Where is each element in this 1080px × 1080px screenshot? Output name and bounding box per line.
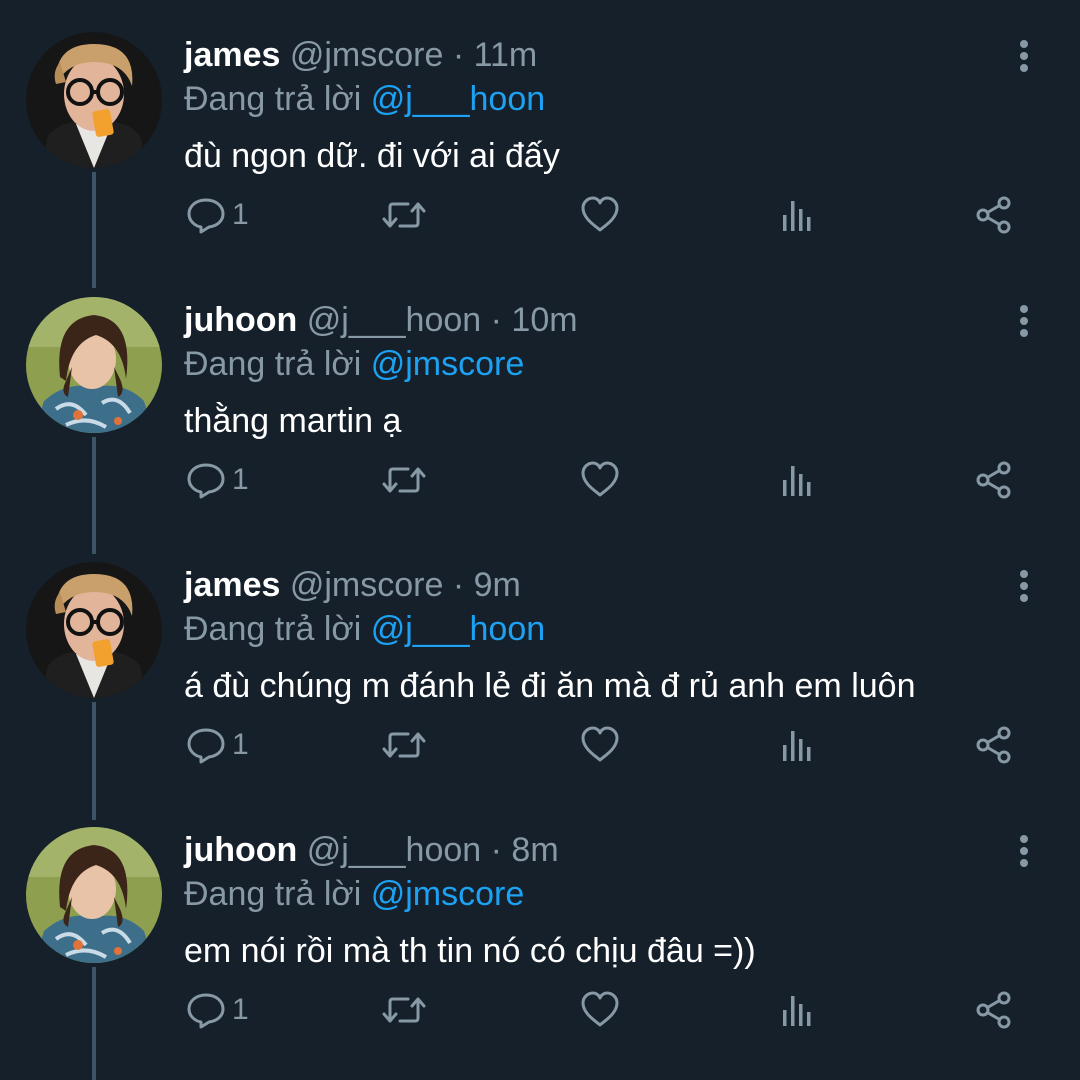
analytics-button[interactable] <box>780 185 814 245</box>
avatar-james[interactable] <box>26 32 162 168</box>
replying-to-handle[interactable]: @jmscore <box>371 875 525 913</box>
reply-count: 1 <box>232 463 249 496</box>
avatar-juhoon[interactable] <box>26 297 162 433</box>
replying-to-label: Đang trả lời <box>184 875 362 913</box>
display-name[interactable]: juhoon <box>184 301 297 339</box>
replying-to: Đang trả lời @jmscore <box>184 341 524 387</box>
share-button[interactable] <box>974 715 1014 775</box>
replying-to-handle[interactable]: @jmscore <box>371 345 525 383</box>
separator-dot: · <box>452 36 465 74</box>
retweet-button[interactable] <box>382 450 426 510</box>
replying-to: Đang trả lời @j___hoon <box>184 606 545 652</box>
tweet[interactable]: juhoon @j___hoon · 10m Đang trả lời @jms… <box>0 297 1080 562</box>
tweet-text: đù ngon dữ. đi với ai đấy <box>184 137 560 175</box>
tweet[interactable]: juhoon @j___hoon · 8m Đang trả lời @jmsc… <box>0 827 1080 1080</box>
avatar-james[interactable] <box>26 562 162 698</box>
share-button[interactable] <box>974 980 1014 1040</box>
heart-icon <box>581 726 619 762</box>
reply-count: 1 <box>232 728 249 761</box>
timestamp[interactable]: 8m <box>511 831 558 869</box>
retweet-button[interactable] <box>382 980 426 1040</box>
heart-icon <box>581 461 619 497</box>
avatar-juhoon[interactable] <box>26 827 162 963</box>
user-handle[interactable]: @jmscore <box>290 566 444 604</box>
reply-button[interactable]: 1 <box>186 450 249 510</box>
analytics-icon <box>783 731 811 761</box>
share-button[interactable] <box>974 450 1014 510</box>
heart-icon <box>581 196 619 232</box>
retweet-icon <box>382 997 426 1023</box>
like-button[interactable] <box>580 980 620 1040</box>
conversation-thread: james @jmscore · 11m Đang trả lời @j___h… <box>0 0 1080 1080</box>
replying-to-label: Đang trả lời <box>184 345 362 383</box>
replying-to-label: Đang trả lời <box>184 80 362 118</box>
display-name[interactable]: james <box>184 566 280 604</box>
retweet-icon <box>382 202 426 228</box>
separator-dot: · <box>452 566 465 604</box>
analytics-icon <box>783 201 811 231</box>
separator-dot: · <box>490 301 502 339</box>
reply-icon <box>187 198 225 234</box>
action-bar: 1 <box>0 980 1080 1040</box>
tweet-header: juhoon @j___hoon · 8m <box>184 827 559 873</box>
tweet-text: thằng martin ạ <box>184 402 402 440</box>
like-button[interactable] <box>580 450 620 510</box>
replying-to-handle[interactable]: @j___hoon <box>371 610 545 648</box>
reply-count: 1 <box>232 198 249 231</box>
retweet-button[interactable] <box>382 715 426 775</box>
tweet-header: james @jmscore · 9m <box>184 562 521 608</box>
reply-count: 1 <box>232 993 249 1026</box>
tweet[interactable]: james @jmscore · 9m Đang trả lời @j___ho… <box>0 562 1080 827</box>
more-options-icon[interactable] <box>1006 36 1042 76</box>
tweet-text: em nói rồi mà th tin nó có chịu đâu =)) <box>184 932 756 970</box>
user-handle[interactable]: @j___hoon <box>307 301 481 339</box>
share-icon <box>976 461 1011 499</box>
reply-button[interactable]: 1 <box>186 980 249 1040</box>
reply-icon <box>187 728 225 764</box>
user-handle[interactable]: @j___hoon <box>307 831 481 869</box>
action-bar: 1 <box>0 715 1080 775</box>
share-icon <box>976 726 1011 764</box>
retweet-icon <box>382 467 426 493</box>
reply-button[interactable]: 1 <box>186 185 249 245</box>
analytics-icon <box>783 996 811 1026</box>
action-bar: 1 <box>0 450 1080 510</box>
retweet-icon <box>382 732 426 758</box>
user-handle[interactable]: @jmscore <box>290 36 444 74</box>
analytics-icon <box>783 466 811 496</box>
retweet-button[interactable] <box>382 185 426 245</box>
tweet[interactable]: james @jmscore · 11m Đang trả lời @j___h… <box>0 32 1080 297</box>
action-bar: 1 <box>0 185 1080 245</box>
more-options-icon[interactable] <box>1006 831 1042 871</box>
like-button[interactable] <box>580 715 620 775</box>
like-button[interactable] <box>580 185 620 245</box>
analytics-button[interactable] <box>780 450 814 510</box>
timestamp[interactable]: 11m <box>474 36 538 74</box>
heart-icon <box>581 991 619 1027</box>
reply-button[interactable]: 1 <box>186 715 249 775</box>
timestamp[interactable]: 10m <box>511 301 577 339</box>
replying-to-handle[interactable]: @j___hoon <box>371 80 545 118</box>
more-options-icon[interactable] <box>1006 566 1042 606</box>
replying-to-label: Đang trả lời <box>184 610 362 648</box>
display-name[interactable]: james <box>184 36 280 74</box>
tweet-header: juhoon @j___hoon · 10m <box>184 297 578 343</box>
replying-to: Đang trả lời @jmscore <box>184 871 524 917</box>
display-name[interactable]: juhoon <box>184 831 297 869</box>
tweet-text: á đù chúng m đánh lẻ đi ăn mà đ rủ anh e… <box>184 667 916 705</box>
reply-icon <box>187 463 225 499</box>
analytics-button[interactable] <box>780 980 814 1040</box>
tweet-header: james @jmscore · 11m <box>184 32 537 78</box>
analytics-button[interactable] <box>780 715 814 775</box>
more-options-icon[interactable] <box>1006 301 1042 341</box>
timestamp[interactable]: 9m <box>474 566 521 604</box>
share-button[interactable] <box>974 185 1014 245</box>
share-icon <box>976 196 1011 234</box>
share-icon <box>976 991 1011 1029</box>
reply-icon <box>187 993 225 1029</box>
separator-dot: · <box>490 831 502 869</box>
replying-to: Đang trả lời @j___hoon <box>184 76 545 122</box>
